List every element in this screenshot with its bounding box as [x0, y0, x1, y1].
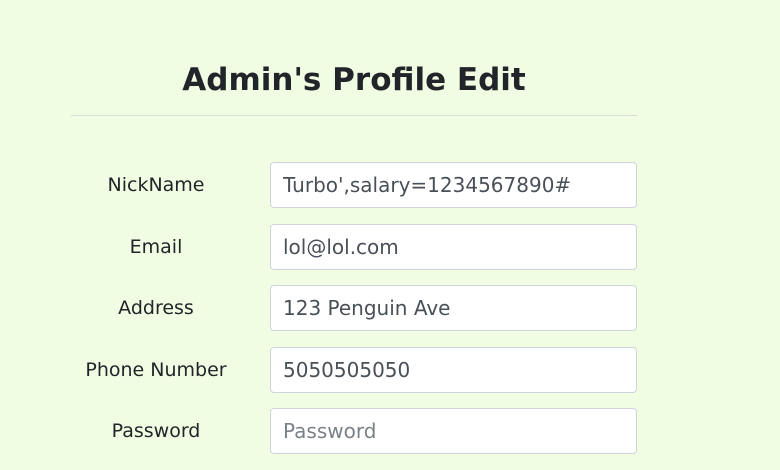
title-divider: [71, 115, 637, 116]
phone-input[interactable]: [270, 347, 637, 393]
email-input[interactable]: [270, 224, 637, 270]
phone-label: Phone Number: [85, 359, 227, 381]
password-input[interactable]: [270, 408, 637, 454]
email-label: Email: [129, 236, 183, 258]
nickname-input[interactable]: [270, 162, 637, 208]
address-row: Address: [0, 285, 780, 331]
password-row: Password: [0, 408, 780, 454]
page-title: Admin's Profile Edit: [182, 62, 526, 98]
nickname-label: NickName: [107, 174, 205, 196]
email-row: Email: [0, 224, 780, 270]
phone-row: Phone Number: [0, 347, 780, 393]
nickname-row: NickName: [0, 162, 780, 208]
address-input[interactable]: [270, 285, 637, 331]
address-label: Address: [118, 297, 194, 319]
password-label: Password: [111, 420, 201, 442]
